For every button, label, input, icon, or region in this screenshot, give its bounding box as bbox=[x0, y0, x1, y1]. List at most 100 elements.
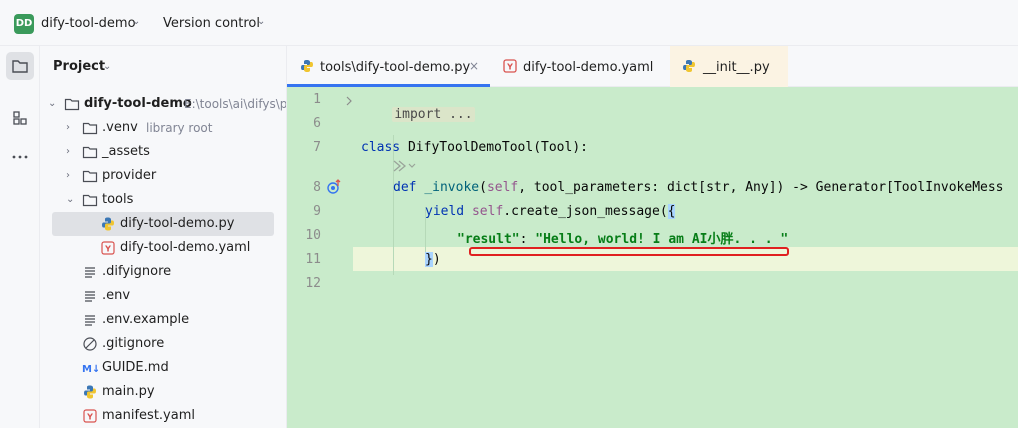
chevron-down-icon[interactable]: ⌄ bbox=[48, 98, 58, 110]
folder-icon bbox=[82, 170, 98, 183]
tree-item-manifest-yaml[interactable]: Ymanifest.yaml bbox=[40, 404, 286, 428]
code-line-10: "result": "Hello, world! I am AI小胖. . . … bbox=[457, 228, 788, 247]
keyword: yield bbox=[425, 204, 472, 219]
tree-item-gitignore[interactable]: .gitignore bbox=[40, 332, 286, 356]
markdown-file-icon: M↓ bbox=[82, 364, 98, 375]
text-file-icon bbox=[85, 291, 95, 302]
python-file-icon bbox=[84, 385, 96, 399]
tree-item-difyignore[interactable]: .difyignore bbox=[40, 260, 286, 284]
tree-item-label: dify-tool-demo bbox=[84, 96, 192, 111]
line-number: 10 bbox=[305, 228, 321, 243]
svg-text:Y: Y bbox=[506, 63, 513, 72]
folded-imports[interactable]: import ... bbox=[392, 107, 475, 122]
code-editor[interactable]: 1 6 7 8 9 10 11 12 import ... class Dify… bbox=[287, 87, 1018, 428]
tab-label: __init__.py bbox=[703, 60, 770, 75]
tree-item-hint: library root bbox=[146, 121, 213, 135]
chevron-right-icon[interactable]: › bbox=[66, 146, 76, 158]
method-call: .create_json_message( bbox=[503, 204, 668, 219]
svg-text:Y: Y bbox=[104, 245, 111, 254]
tab-dify-tool-demo-py[interactable]: tools\dify-tool-demo.py × bbox=[287, 46, 490, 87]
tree-item-label: dify-tool-demo.py bbox=[120, 216, 235, 231]
svg-text:M↓: M↓ bbox=[82, 364, 98, 375]
chevron-down-icon[interactable]: ⌄ bbox=[132, 16, 140, 27]
panel-title: Project bbox=[53, 59, 106, 74]
tree-item-label: dify-tool-demo.yaml bbox=[120, 240, 251, 255]
chevron-right-icon[interactable]: › bbox=[66, 122, 76, 134]
fold-arrow-icon[interactable] bbox=[345, 95, 353, 107]
project-name[interactable]: dify-tool-demo bbox=[41, 16, 136, 31]
folder-icon bbox=[82, 194, 98, 207]
tree-item-venv[interactable]: › .venv library root bbox=[40, 116, 286, 140]
editor-tab-bar: tools\dify-tool-demo.py × Y dify-tool-de… bbox=[287, 46, 1018, 87]
tree-item-main-py[interactable]: main.py bbox=[40, 380, 286, 404]
tree-item-tools[interactable]: ⌄ tools bbox=[40, 188, 286, 212]
folder-icon bbox=[12, 60, 28, 73]
keyword: class bbox=[361, 140, 408, 155]
tree-item-guide-md[interactable]: M↓ GUIDE.md bbox=[40, 356, 286, 380]
close-icon[interactable]: × bbox=[469, 59, 479, 73]
more-tools-button[interactable] bbox=[6, 142, 34, 170]
paren: ( bbox=[479, 180, 487, 195]
tree-item-label: tools bbox=[102, 192, 134, 207]
function-name: _invoke bbox=[424, 180, 480, 195]
signature-rest: , tool_parameters: dict[str, Any]) -> Ge… bbox=[518, 180, 1004, 195]
tree-item-assets[interactable]: › _assets bbox=[40, 140, 286, 164]
svg-text:Y: Y bbox=[86, 413, 93, 422]
class-signature: DifyToolDemoTool(Tool): bbox=[407, 140, 588, 155]
code-line-7: class DifyToolDemoTool(Tool): bbox=[361, 140, 588, 155]
chevron-down-icon[interactable]: ⌄ bbox=[103, 61, 111, 72]
tree-item-label: .env bbox=[102, 288, 131, 303]
line-number: 9 bbox=[313, 204, 321, 219]
self-ref: self bbox=[471, 204, 504, 219]
colon: : bbox=[519, 232, 536, 247]
tab-label: dify-tool-demo.yaml bbox=[523, 60, 654, 75]
version-control-menu[interactable]: Version control bbox=[163, 16, 260, 31]
folder-icon bbox=[82, 146, 98, 159]
override-marker-icon[interactable] bbox=[326, 179, 342, 195]
indent-guide bbox=[393, 135, 394, 275]
chevron-down-icon[interactable]: ⌄ bbox=[257, 16, 265, 27]
tree-item-label: .gitignore bbox=[102, 336, 165, 351]
tree-item-env[interactable]: .env bbox=[40, 284, 286, 308]
project-badge[interactable]: DD bbox=[14, 14, 34, 34]
tree-item-label: provider bbox=[102, 168, 157, 183]
string-key: "result" bbox=[457, 232, 520, 247]
tab-label: tools\dify-tool-demo.py bbox=[320, 60, 471, 75]
text-file-icon bbox=[85, 267, 95, 278]
open-brace: { bbox=[667, 204, 676, 219]
project-tool-button[interactable] bbox=[6, 52, 34, 80]
tree-item-provider[interactable]: › provider bbox=[40, 164, 286, 188]
tree-item-label: GUIDE.md bbox=[102, 360, 169, 375]
line-number: 6 bbox=[313, 116, 321, 131]
folder-icon bbox=[82, 122, 98, 135]
code-line-11: }) bbox=[425, 252, 441, 267]
tree-item-dify-tool-demo-py[interactable]: dify-tool-demo.py bbox=[52, 212, 274, 236]
ignore-file-icon bbox=[83, 337, 97, 351]
line-number: 7 bbox=[313, 140, 321, 155]
chevron-down-icon[interactable]: ⌄ bbox=[66, 194, 76, 206]
chevron-right-icon[interactable]: › bbox=[66, 170, 76, 182]
tool-window-strip bbox=[0, 46, 40, 428]
line-number: 8 bbox=[313, 180, 321, 195]
tree-item-label: .venv bbox=[102, 120, 138, 135]
line-gutter: 1 6 7 8 9 10 11 12 bbox=[287, 87, 353, 428]
python-file-icon bbox=[301, 60, 313, 72]
folder-icon bbox=[64, 98, 80, 111]
keyword: def bbox=[393, 180, 425, 195]
project-panel: Project ⌄ ⌄ dify-tool-demo E:\tools\ai\dif… bbox=[40, 46, 287, 428]
tree-item-dify-tool-demo-yaml[interactable]: Ydify-tool-demo.yaml bbox=[40, 236, 286, 260]
tree-item-label: .difyignore bbox=[102, 264, 172, 279]
tree-item-hint: E:\tools\ai\difys\p bbox=[184, 97, 287, 111]
yaml-file-icon: Y bbox=[503, 59, 517, 73]
close-paren: ) bbox=[432, 252, 441, 267]
yaml-file-icon: Y bbox=[83, 409, 97, 423]
code-line-1: import ... bbox=[361, 92, 475, 137]
tree-item-env-example[interactable]: .env.example bbox=[40, 308, 286, 332]
tree-item-dify-tool-demo[interactable]: ⌄ dify-tool-demo E:\tools\ai\difys\p bbox=[40, 92, 287, 116]
tree-item-label: _assets bbox=[102, 144, 150, 159]
tab-init-py[interactable]: __init__.py bbox=[670, 46, 788, 87]
line-number: 1 bbox=[313, 92, 321, 107]
ai-assistant-icon[interactable] bbox=[391, 159, 417, 173]
structure-tool-button[interactable] bbox=[6, 104, 34, 132]
tab-dify-tool-demo-yaml[interactable]: Y dify-tool-demo.yaml bbox=[490, 46, 670, 87]
